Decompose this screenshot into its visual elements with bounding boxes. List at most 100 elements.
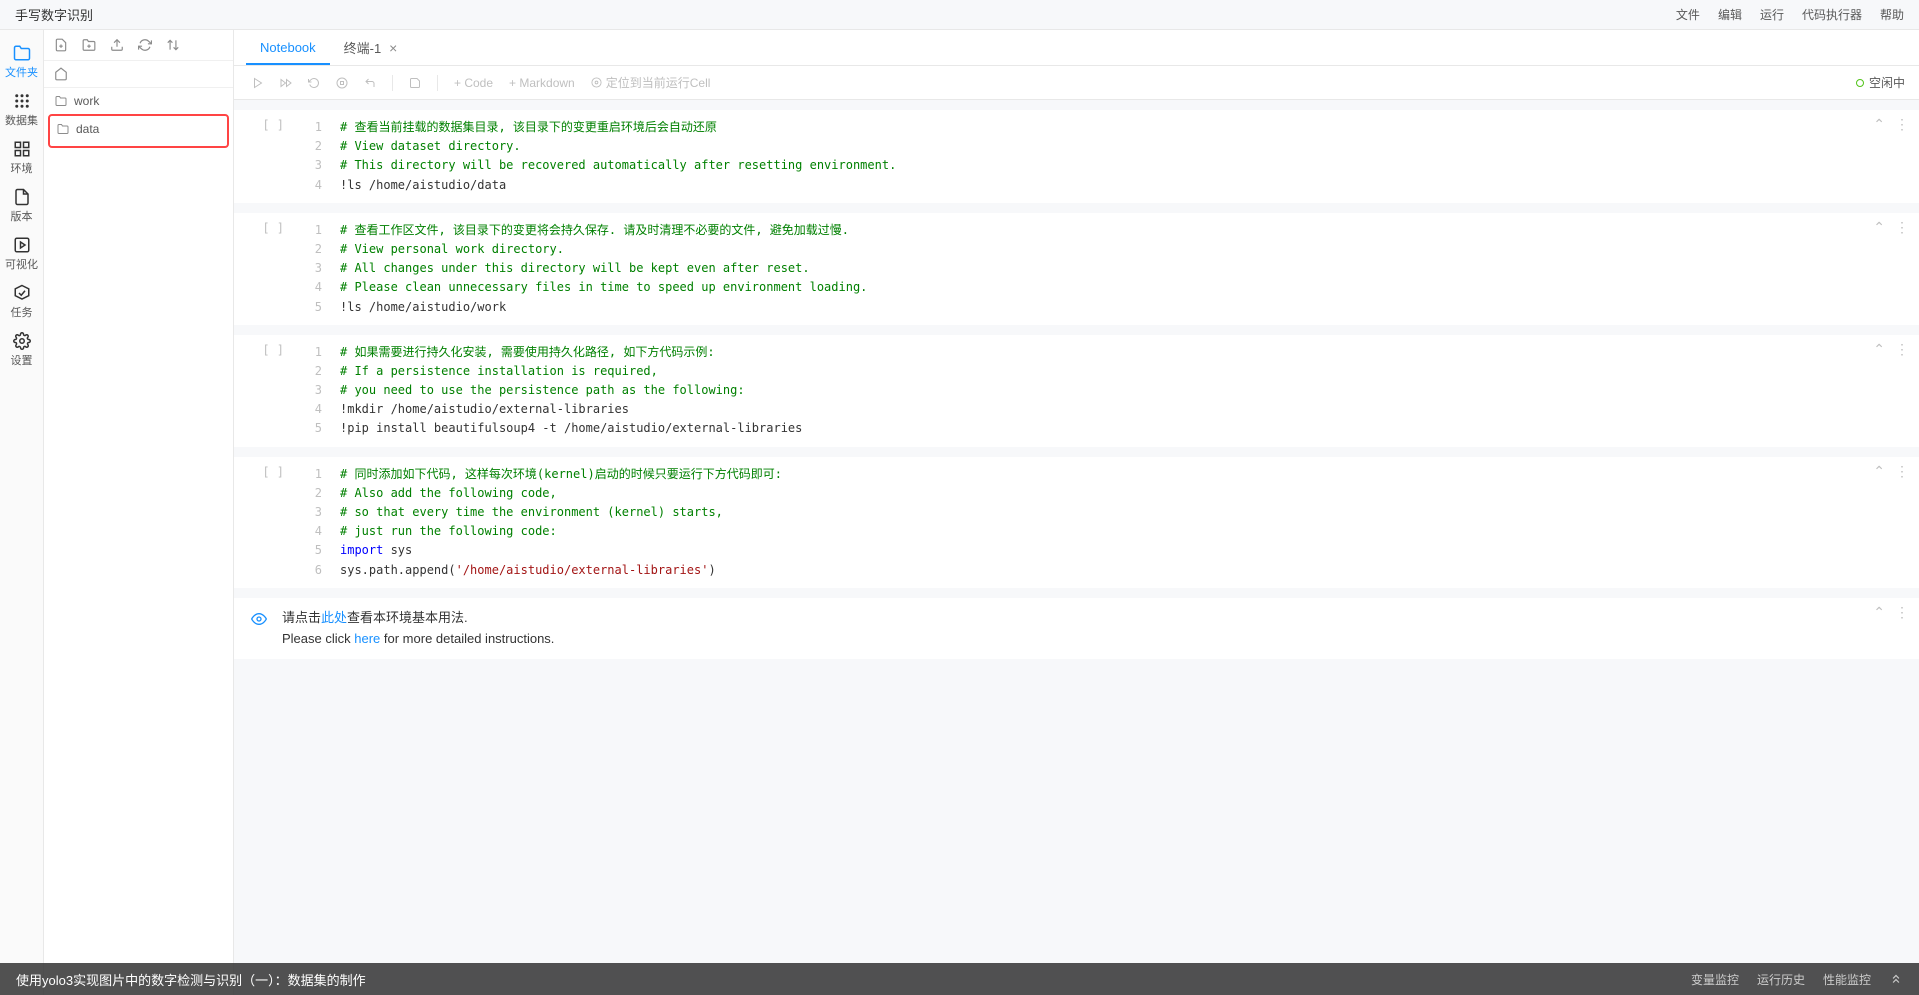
cell-actions: ⌃⋮ [1873,341,1909,358]
app-title: 手写数字识别 [15,5,93,24]
sidebar-item-label: 数据集 [5,112,38,128]
folder-icon [56,123,70,135]
cell-code[interactable]: # 如果需要进行持久化安装, 需要使用持久化路径, 如下方代码示例: # If … [334,335,1919,447]
kernel-status: 空闲中 [1856,74,1905,91]
code-cell[interactable]: [ ]12345# 查看工作区文件, 该目录下的变更将会持久保存. 请及时清理不… [234,213,1919,325]
sidebar-item-check-box[interactable]: 任务 [0,278,43,326]
stop-icon[interactable] [332,75,352,91]
cell-prompt: [ ] [234,457,294,588]
cell-gutter: 1234 [294,110,334,203]
cell-gutter: 12345 [294,213,334,325]
new-file-icon[interactable] [54,38,68,52]
more-icon[interactable]: ⋮ [1895,219,1909,236]
more-icon[interactable]: ⋮ [1895,341,1909,358]
file-tree: work data [44,88,233,995]
chevron-up-icon[interactable] [1889,972,1903,986]
tab-label: 终端-1 [344,38,382,57]
separator [437,75,438,91]
bottom-tab[interactable]: 性能监控 [1823,971,1871,988]
cell-code[interactable]: # 查看工作区文件, 该目录下的变更将会持久保存. 请及时清理不必要的文件, 避… [334,213,1919,325]
top-menu-item[interactable]: 运行 [1760,6,1784,23]
top-menu-item[interactable]: 编辑 [1718,6,1742,23]
sidebar-item-label: 文件夹 [5,64,38,80]
close-icon[interactable]: × [387,42,399,54]
bottom-tab[interactable]: 变量监控 [1691,971,1739,988]
link[interactable]: here [354,631,380,646]
upload-icon[interactable] [110,38,124,52]
top-menu: 文件 编辑 运行 代码执行器 帮助 [1676,6,1904,23]
cell-gutter: 123456 [294,457,334,588]
tab-label: Notebook [260,40,316,55]
sidebar-item-grid[interactable]: 数据集 [0,86,43,134]
restart-icon[interactable] [304,75,324,91]
sidebar-item-folder[interactable]: 文件夹 [0,38,43,86]
file-icon [13,188,31,206]
collapse-icon[interactable]: ⌃ [1873,604,1885,621]
top-menu-item[interactable]: 帮助 [1880,6,1904,23]
markdown-content: 请点击此处查看本环境基本用法.Please click here for mor… [274,608,1909,650]
cell-code[interactable]: # 查看当前挂载的数据集目录, 该目录下的变更重启环境后会自动还原 # View… [334,110,1919,203]
file-item-label: work [74,94,99,108]
gear-icon [13,332,31,350]
sidebar-item-label: 环境 [11,160,33,176]
tab-终端-1[interactable]: 终端-1 × [330,30,414,65]
markdown-cell[interactable]: 请点击此处查看本环境基本用法.Please click here for mor… [234,598,1919,660]
refresh-icon[interactable] [138,38,152,52]
new-folder-icon[interactable] [82,38,96,52]
cell-prompt: [ ] [234,213,294,325]
target-icon [591,77,602,88]
cell-actions: ⌃⋮ [1873,604,1909,621]
run-all-icon[interactable] [276,75,296,91]
cell-actions: ⌃⋮ [1873,463,1909,480]
save-icon[interactable] [405,75,425,91]
bottom-title: 使用yolo3实现图片中的数字检测与识别（一）：数据集的制作 [16,970,366,989]
cell-code[interactable]: # 同时添加如下代码, 这样每次环境(kernel)启动的时候只要运行下方代码即… [334,457,1919,588]
more-icon[interactable]: ⋮ [1895,463,1909,480]
play-box-icon [13,236,31,254]
collapse-icon[interactable]: ⌃ [1873,341,1885,358]
undo-icon[interactable] [360,75,380,91]
content-area: Notebook终端-1× + Code + Markdown 定 [234,30,1919,995]
apps-icon [13,140,31,158]
link[interactable]: 此处 [321,610,347,625]
cell-prompt: [ ] [234,335,294,447]
grid-icon [13,92,31,110]
add-markdown-button[interactable]: + Markdown [505,74,579,92]
file-item-work[interactable]: work [44,90,233,112]
code-cell[interactable]: [ ]123456# 同时添加如下代码, 这样每次环境(kernel)启动的时候… [234,457,1919,588]
bottom-tab[interactable]: 运行历史 [1757,971,1805,988]
collapse-icon[interactable]: ⌃ [1873,463,1885,480]
sort-icon[interactable] [166,38,180,52]
notebook-body[interactable]: [ ]1234# 查看当前挂载的数据集目录, 该目录下的变更重启环境后会自动还原… [234,100,1919,995]
sidebar-item-play-box[interactable]: 可视化 [0,230,43,278]
separator [392,75,393,91]
tab-Notebook[interactable]: Notebook [246,30,330,65]
top-menu-item[interactable]: 代码执行器 [1802,6,1862,23]
file-home[interactable] [44,61,233,88]
bottom-bar: 使用yolo3实现图片中的数字检测与识别（一）：数据集的制作 变量监控 运行历史 性… [0,963,1919,995]
sidebar-item-file[interactable]: 版本 [0,182,43,230]
collapse-icon[interactable]: ⌃ [1873,116,1885,133]
home-icon [54,67,68,81]
code-cell[interactable]: [ ]12345# 如果需要进行持久化安装, 需要使用持久化路径, 如下方代码示… [234,335,1919,447]
add-code-button[interactable]: + Code [450,74,497,92]
file-toolbar [44,30,233,61]
sidebar-item-label: 可视化 [5,256,38,272]
sidebar-item-apps[interactable]: 环境 [0,134,43,182]
folder-icon [13,44,31,62]
locate-cell-button[interactable]: 定位到当前运行Cell [587,72,715,93]
code-cell[interactable]: [ ]1234# 查看当前挂载的数据集目录, 该目录下的变更重启环境后会自动还原… [234,110,1919,203]
file-item-label: data [76,122,99,136]
sidebar-item-gear[interactable]: 设置 [0,326,43,374]
sidebar-item-label: 任务 [11,304,33,320]
check-box-icon [13,284,31,302]
more-icon[interactable]: ⋮ [1895,604,1909,621]
sidebar-item-label: 版本 [11,208,33,224]
collapse-icon[interactable]: ⌃ [1873,219,1885,236]
tabs: Notebook 终端-1 × [234,30,1919,66]
more-icon[interactable]: ⋮ [1895,116,1909,133]
file-item-data[interactable]: data [48,114,229,148]
top-menu-item[interactable]: 文件 [1676,6,1700,23]
eye-icon[interactable] [244,608,274,650]
run-icon[interactable] [248,75,268,91]
